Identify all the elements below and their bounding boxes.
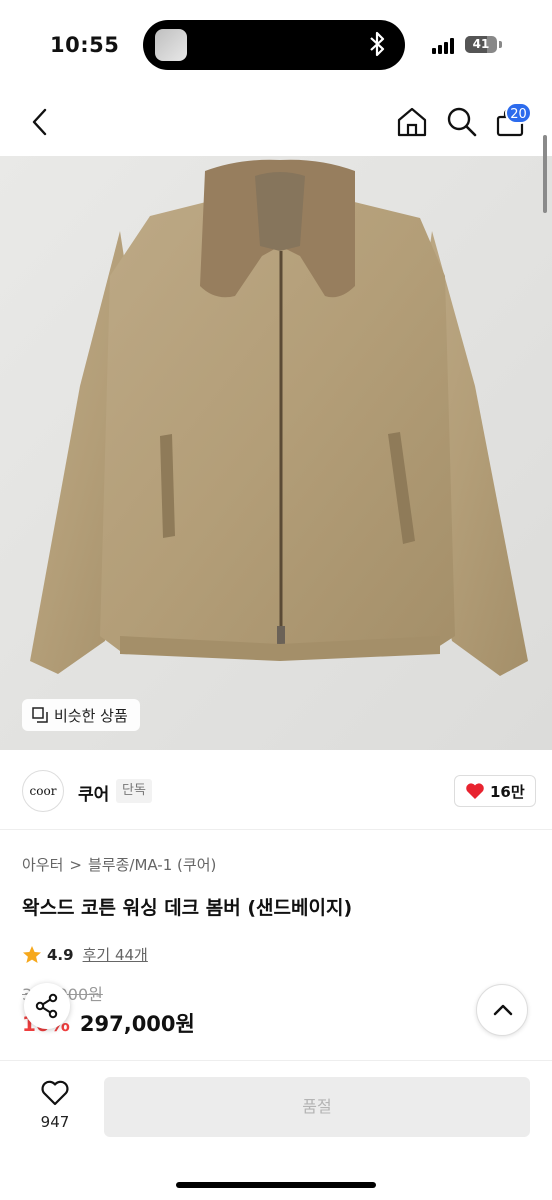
similar-products-icon xyxy=(32,707,48,723)
sale-price: 297,000원 xyxy=(79,1012,195,1036)
heart-icon xyxy=(466,783,484,799)
battery-cap xyxy=(499,41,502,48)
bluetooth-icon xyxy=(370,31,385,57)
like-button[interactable]: 16만 xyxy=(454,775,536,807)
status-bar: 10:55 41 xyxy=(0,0,552,90)
share-icon xyxy=(35,993,58,1019)
live-activity-thumbnail xyxy=(155,29,187,61)
like-count: 16만 xyxy=(490,782,525,801)
breadcrumb-subcategory[interactable]: 블루종/MA-1 (쿠어) xyxy=(88,854,216,875)
share-button[interactable] xyxy=(24,983,70,1029)
review-link[interactable]: 후기 44개 xyxy=(83,944,148,965)
exclusive-badge: 단독 xyxy=(116,779,152,803)
battery-level: 41 xyxy=(472,37,490,51)
breadcrumb-separator: > xyxy=(69,855,82,874)
brand-row[interactable]: coor 쿠어 단독 16만 xyxy=(0,752,552,830)
rating-score: 4.9 xyxy=(47,945,74,964)
sold-out-button[interactable]: 품절 xyxy=(104,1077,530,1137)
brand-name[interactable]: 쿠어 xyxy=(78,780,109,805)
similar-products-button[interactable]: 비슷한 상품 xyxy=(22,699,140,731)
status-time: 10:55 xyxy=(50,33,120,57)
brand-logo[interactable]: coor xyxy=(22,770,64,812)
wishlist-button[interactable]: 947 xyxy=(24,1079,86,1131)
jacket-photo xyxy=(0,156,552,750)
search-icon[interactable] xyxy=(446,106,478,138)
home-icon[interactable] xyxy=(396,106,428,138)
star-icon xyxy=(23,945,41,963)
nav-bar: 20 xyxy=(0,90,552,155)
bottom-bar: 947 품절 xyxy=(0,1060,552,1200)
chevron-up-icon xyxy=(493,1004,513,1016)
breadcrumb-category[interactable]: 아우터 xyxy=(22,854,63,875)
cellular-signal-icon xyxy=(432,38,458,54)
product-image[interactable]: 비슷한 상품 xyxy=(0,156,552,750)
home-indicator xyxy=(176,1182,376,1188)
heart-outline-icon xyxy=(41,1080,69,1106)
back-icon[interactable] xyxy=(26,106,54,138)
scroll-top-button[interactable] xyxy=(476,984,528,1036)
breadcrumb: 아우터 > 블루종/MA-1 (쿠어) xyxy=(22,854,216,875)
battery-icon: 41 xyxy=(465,36,497,53)
wishlist-count: 947 xyxy=(40,1113,70,1131)
rating: 4.9 후기 44개 xyxy=(22,944,148,965)
similar-products-label: 비슷한 상품 xyxy=(54,706,128,725)
product-title: 왁스드 코튼 워싱 데크 봄버 (샌드베이지) xyxy=(22,897,353,919)
scroll-indicator[interactable] xyxy=(543,135,547,213)
cart-count-badge: 20 xyxy=(505,102,532,124)
dynamic-island xyxy=(143,20,405,70)
